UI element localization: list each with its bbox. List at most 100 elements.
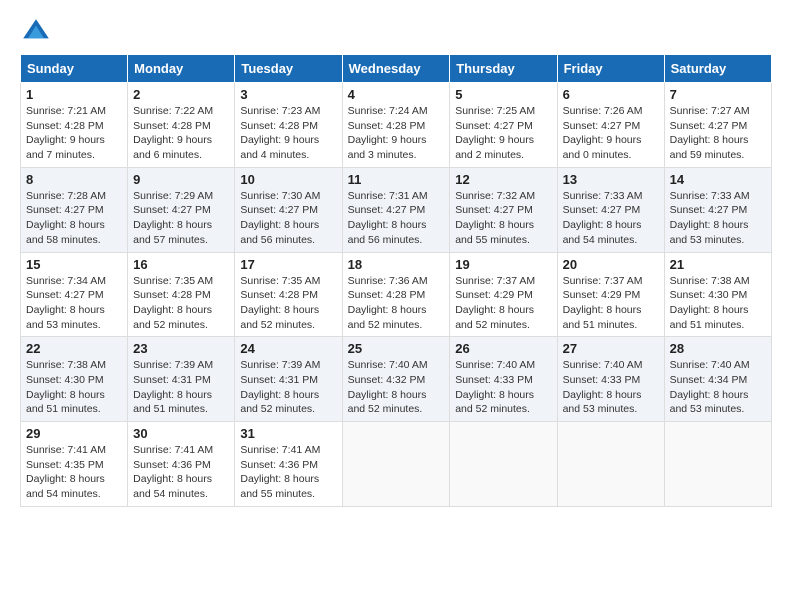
day-cell <box>450 422 557 507</box>
weekday-header-saturday: Saturday <box>664 55 771 83</box>
day-number: 11 <box>348 172 445 187</box>
day-info: Sunrise: 7:41 AM Sunset: 4:36 PM Dayligh… <box>133 443 229 502</box>
day-cell: 20 Sunrise: 7:37 AM Sunset: 4:29 PM Dayli… <box>557 252 664 337</box>
day-info: Sunrise: 7:37 AM Sunset: 4:29 PM Dayligh… <box>563 274 659 333</box>
day-cell: 29 Sunrise: 7:41 AM Sunset: 4:35 PM Dayli… <box>21 422 128 507</box>
day-info: Sunrise: 7:38 AM Sunset: 4:30 PM Dayligh… <box>26 358 122 417</box>
day-cell: 15Sunrise: 7:34 AM Sunset: 4:27 PM Dayli… <box>21 252 128 337</box>
day-cell: 5 Sunrise: 7:25 AM Sunset: 4:27 PM Daylig… <box>450 83 557 168</box>
day-number: 1 <box>26 87 122 102</box>
weekday-header-thursday: Thursday <box>450 55 557 83</box>
day-number: 19 <box>455 257 551 272</box>
day-info: Sunrise: 7:38 AM Sunset: 4:30 PM Dayligh… <box>670 274 766 333</box>
day-info: Sunrise: 7:23 AM Sunset: 4:28 PM Dayligh… <box>240 104 336 163</box>
day-cell: 3 Sunrise: 7:23 AM Sunset: 4:28 PM Daylig… <box>235 83 342 168</box>
day-cell: 23 Sunrise: 7:39 AM Sunset: 4:31 PM Dayli… <box>128 337 235 422</box>
day-cell: 13Sunrise: 7:33 AM Sunset: 4:27 PM Dayli… <box>557 167 664 252</box>
weekday-header-wednesday: Wednesday <box>342 55 450 83</box>
day-info: Sunrise: 7:37 AM Sunset: 4:29 PM Dayligh… <box>455 274 551 333</box>
day-cell: 27 Sunrise: 7:40 AM Sunset: 4:33 PM Dayli… <box>557 337 664 422</box>
day-info: Sunrise: 7:33 AM Sunset: 4:27 PM Dayligh… <box>670 189 766 248</box>
day-number: 17 <box>240 257 336 272</box>
day-cell: 2Sunrise: 7:22 AM Sunset: 4:28 PM Daylig… <box>128 83 235 168</box>
weekday-header-sunday: Sunday <box>21 55 128 83</box>
day-number: 8 <box>26 172 122 187</box>
day-number: 15 <box>26 257 122 272</box>
day-info: Sunrise: 7:21 AM Sunset: 4:28 PM Dayligh… <box>26 104 122 163</box>
day-info: Sunrise: 7:40 AM Sunset: 4:33 PM Dayligh… <box>455 358 551 417</box>
day-info: Sunrise: 7:24 AM Sunset: 4:28 PM Dayligh… <box>348 104 445 163</box>
day-cell: 14 Sunrise: 7:33 AM Sunset: 4:27 PM Dayli… <box>664 167 771 252</box>
day-cell: 10 Sunrise: 7:30 AM Sunset: 4:27 PM Dayli… <box>235 167 342 252</box>
page-container: SundayMondayTuesdayWednesdayThursdayFrid… <box>0 0 792 517</box>
day-info: Sunrise: 7:35 AM Sunset: 4:28 PM Dayligh… <box>133 274 229 333</box>
day-info: Sunrise: 7:40 AM Sunset: 4:34 PM Dayligh… <box>670 358 766 417</box>
day-number: 9 <box>133 172 229 187</box>
day-info: Sunrise: 7:28 AM Sunset: 4:27 PM Dayligh… <box>26 189 122 248</box>
day-number: 29 <box>26 426 122 441</box>
day-number: 7 <box>670 87 766 102</box>
day-cell <box>664 422 771 507</box>
day-number: 22 <box>26 341 122 356</box>
day-number: 25 <box>348 341 445 356</box>
day-number: 30 <box>133 426 229 441</box>
day-info: Sunrise: 7:29 AM Sunset: 4:27 PM Dayligh… <box>133 189 229 248</box>
day-cell: 26 Sunrise: 7:40 AM Sunset: 4:33 PM Dayli… <box>450 337 557 422</box>
weekday-header-row: SundayMondayTuesdayWednesdayThursdayFrid… <box>21 55 772 83</box>
week-row-2: 8 Sunrise: 7:28 AM Sunset: 4:27 PM Daylig… <box>21 167 772 252</box>
day-info: Sunrise: 7:40 AM Sunset: 4:32 PM Dayligh… <box>348 358 445 417</box>
day-cell: 11Sunrise: 7:31 AM Sunset: 4:27 PM Dayli… <box>342 167 450 252</box>
day-number: 18 <box>348 257 445 272</box>
day-info: Sunrise: 7:39 AM Sunset: 4:31 PM Dayligh… <box>240 358 336 417</box>
day-cell: 30 Sunrise: 7:41 AM Sunset: 4:36 PM Dayli… <box>128 422 235 507</box>
day-info: Sunrise: 7:39 AM Sunset: 4:31 PM Dayligh… <box>133 358 229 417</box>
day-number: 28 <box>670 341 766 356</box>
week-row-5: 29 Sunrise: 7:41 AM Sunset: 4:35 PM Dayli… <box>21 422 772 507</box>
day-number: 13 <box>563 172 659 187</box>
weekday-header-friday: Friday <box>557 55 664 83</box>
day-cell: 25 Sunrise: 7:40 AM Sunset: 4:32 PM Dayli… <box>342 337 450 422</box>
day-number: 4 <box>348 87 445 102</box>
day-info: Sunrise: 7:32 AM Sunset: 4:27 PM Dayligh… <box>455 189 551 248</box>
day-number: 16 <box>133 257 229 272</box>
logo <box>20 16 56 48</box>
day-cell: 7 Sunrise: 7:27 AM Sunset: 4:27 PM Daylig… <box>664 83 771 168</box>
day-number: 27 <box>563 341 659 356</box>
day-number: 23 <box>133 341 229 356</box>
day-info: Sunrise: 7:41 AM Sunset: 4:35 PM Dayligh… <box>26 443 122 502</box>
day-info: Sunrise: 7:36 AM Sunset: 4:28 PM Dayligh… <box>348 274 445 333</box>
day-number: 26 <box>455 341 551 356</box>
day-number: 5 <box>455 87 551 102</box>
week-row-3: 15Sunrise: 7:34 AM Sunset: 4:27 PM Dayli… <box>21 252 772 337</box>
header <box>20 16 772 48</box>
week-row-1: 1 Sunrise: 7:21 AM Sunset: 4:28 PM Daylig… <box>21 83 772 168</box>
day-cell: 9 Sunrise: 7:29 AM Sunset: 4:27 PM Daylig… <box>128 167 235 252</box>
day-number: 12 <box>455 172 551 187</box>
day-cell: 17 Sunrise: 7:35 AM Sunset: 4:28 PM Dayli… <box>235 252 342 337</box>
day-cell: 19 Sunrise: 7:37 AM Sunset: 4:29 PM Dayli… <box>450 252 557 337</box>
day-info: Sunrise: 7:41 AM Sunset: 4:36 PM Dayligh… <box>240 443 336 502</box>
day-info: Sunrise: 7:30 AM Sunset: 4:27 PM Dayligh… <box>240 189 336 248</box>
day-info: Sunrise: 7:35 AM Sunset: 4:28 PM Dayligh… <box>240 274 336 333</box>
day-number: 21 <box>670 257 766 272</box>
day-cell <box>342 422 450 507</box>
day-cell: 4 Sunrise: 7:24 AM Sunset: 4:28 PM Daylig… <box>342 83 450 168</box>
day-number: 3 <box>240 87 336 102</box>
day-cell: 21 Sunrise: 7:38 AM Sunset: 4:30 PM Dayli… <box>664 252 771 337</box>
logo-icon <box>20 16 52 48</box>
day-cell: 31Sunrise: 7:41 AM Sunset: 4:36 PM Dayli… <box>235 422 342 507</box>
day-cell: 12 Sunrise: 7:32 AM Sunset: 4:27 PM Dayli… <box>450 167 557 252</box>
day-number: 10 <box>240 172 336 187</box>
day-info: Sunrise: 7:40 AM Sunset: 4:33 PM Dayligh… <box>563 358 659 417</box>
day-info: Sunrise: 7:27 AM Sunset: 4:27 PM Dayligh… <box>670 104 766 163</box>
day-cell: 1 Sunrise: 7:21 AM Sunset: 4:28 PM Daylig… <box>21 83 128 168</box>
day-number: 20 <box>563 257 659 272</box>
day-cell: 18 Sunrise: 7:36 AM Sunset: 4:28 PM Dayli… <box>342 252 450 337</box>
day-number: 14 <box>670 172 766 187</box>
day-info: Sunrise: 7:22 AM Sunset: 4:28 PM Dayligh… <box>133 104 229 163</box>
calendar: SundayMondayTuesdayWednesdayThursdayFrid… <box>20 54 772 507</box>
day-number: 24 <box>240 341 336 356</box>
day-cell <box>557 422 664 507</box>
weekday-header-tuesday: Tuesday <box>235 55 342 83</box>
day-info: Sunrise: 7:25 AM Sunset: 4:27 PM Dayligh… <box>455 104 551 163</box>
